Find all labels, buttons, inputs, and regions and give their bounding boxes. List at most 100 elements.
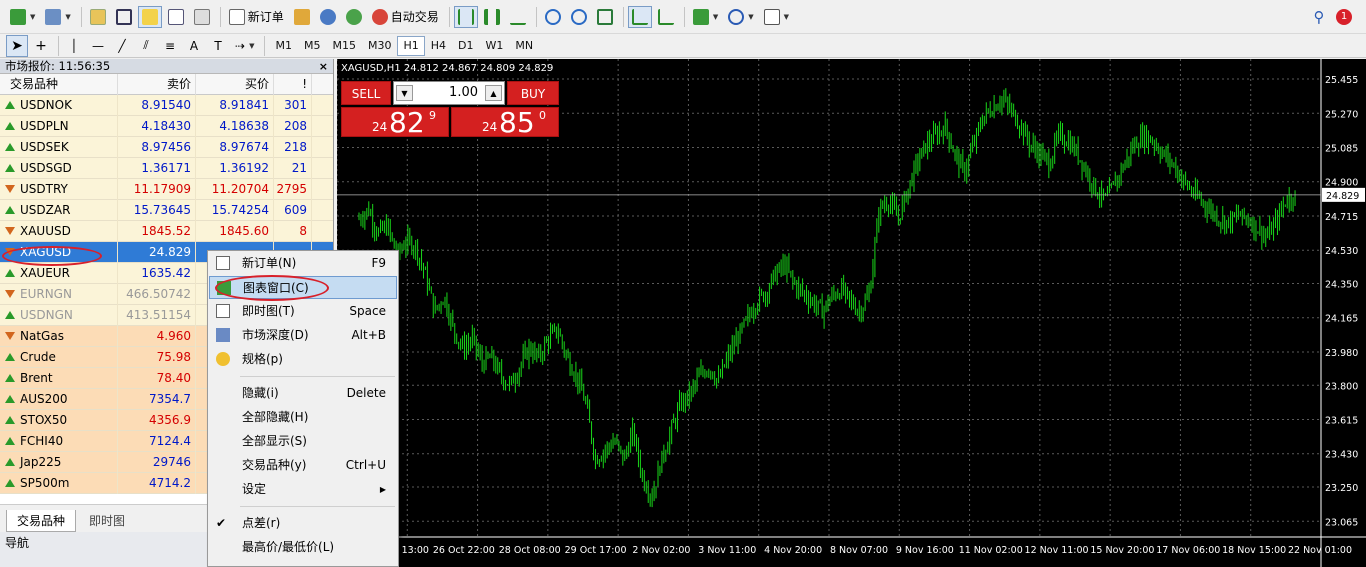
text-tool[interactable]: A bbox=[183, 35, 205, 57]
column-ask[interactable]: 买价 bbox=[196, 73, 274, 95]
sell-button[interactable]: SELL bbox=[341, 81, 391, 105]
label-tool[interactable]: T bbox=[207, 35, 229, 57]
candlestick-button[interactable] bbox=[480, 6, 504, 28]
column-symbol[interactable]: 交易品种 bbox=[0, 73, 118, 95]
lot-decrease-button[interactable]: ▼ bbox=[396, 85, 413, 101]
zoom-in-button[interactable] bbox=[541, 6, 565, 28]
indicators-button[interactable]: ▼ bbox=[689, 6, 722, 28]
menu-separator bbox=[240, 376, 395, 377]
timeframe-w1[interactable]: W1 bbox=[479, 36, 509, 56]
sell-price-pip: 9 bbox=[429, 109, 436, 122]
bar-chart-button[interactable] bbox=[453, 5, 478, 28]
menu-label: 设定 bbox=[242, 482, 267, 496]
symbol-name: USDSEK bbox=[20, 139, 69, 154]
symbol-row-usdsgd[interactable]: USDSGD 1.36171 1.36192 21 bbox=[0, 157, 333, 179]
terminal-toggle[interactable] bbox=[164, 6, 188, 28]
menu-spread[interactable]: ✔ 点差(r) bbox=[209, 512, 397, 535]
lot-size-input[interactable]: ▼ 1.00 ▲ bbox=[393, 81, 505, 105]
new-chart-button[interactable]: ▼ bbox=[6, 6, 39, 28]
timeframe-m15[interactable]: M15 bbox=[326, 36, 362, 56]
menu-symbols[interactable]: 交易品种(y) Ctrl+U bbox=[209, 454, 397, 477]
x-tick-label: 2 Nov 02:00 bbox=[632, 545, 690, 556]
templates-button[interactable]: ▼ bbox=[760, 6, 793, 28]
column-bid[interactable]: 卖价 bbox=[118, 73, 196, 95]
symbol-name: USDZAR bbox=[20, 202, 71, 217]
tick-chart-icon bbox=[216, 304, 230, 318]
menu-tick-chart[interactable]: 即时图(T) Space bbox=[209, 300, 397, 323]
tab-tick-chart[interactable]: 即时图 bbox=[78, 510, 137, 532]
search-button[interactable]: ⚲ bbox=[1308, 6, 1330, 28]
cursor-tool[interactable]: ➤ bbox=[6, 34, 28, 57]
menu-hide[interactable]: 隐藏(i) Delete bbox=[209, 382, 397, 405]
tile-windows-button[interactable] bbox=[593, 6, 617, 28]
data-window-toggle[interactable] bbox=[112, 6, 136, 28]
menu-shortcut: Space bbox=[349, 304, 386, 318]
signal-icon bbox=[345, 8, 362, 25]
vertical-line-tool[interactable]: │ bbox=[63, 35, 85, 57]
line-chart-button[interactable] bbox=[506, 6, 530, 28]
symbol-row-usdzar[interactable]: USDZAR 15.73645 15.74254 609 bbox=[0, 199, 333, 221]
arrow-up-icon bbox=[5, 479, 15, 487]
tab-symbols[interactable]: 交易品种 bbox=[6, 510, 77, 532]
menu-label: 交易品种(y) bbox=[242, 458, 307, 472]
menu-show-all[interactable]: 全部显示(S) bbox=[209, 430, 397, 453]
lot-increase-button[interactable]: ▲ bbox=[485, 85, 502, 101]
fibonacci-tool[interactable]: ≡ bbox=[159, 35, 181, 57]
menu-depth-of-market[interactable]: 市场深度(D) Alt+B bbox=[209, 324, 397, 347]
column-spread[interactable]: ! bbox=[274, 73, 312, 95]
x-tick-label: 29 Oct 17:00 bbox=[565, 545, 627, 556]
alerts-button[interactable]: 1 bbox=[1332, 6, 1356, 28]
symbol-row-usdsek[interactable]: USDSEK 8.97456 8.97674 218 bbox=[0, 136, 333, 158]
new-order-button[interactable]: 新订单 bbox=[225, 6, 288, 28]
community-button[interactable] bbox=[316, 6, 340, 28]
periods-button[interactable]: ▼ bbox=[724, 6, 757, 28]
symbol-name: STOX50 bbox=[20, 412, 68, 427]
shapes-tool[interactable]: ⇢ ▼ bbox=[231, 35, 258, 57]
buy-price-big: 85 bbox=[499, 106, 535, 139]
navigator-toggle[interactable] bbox=[137, 5, 162, 28]
timeframe-m5[interactable]: M5 bbox=[298, 36, 327, 56]
menu-specification[interactable]: 规格(p) bbox=[209, 348, 397, 371]
autotrade-button[interactable]: 自动交易 bbox=[368, 6, 443, 28]
menu-sets[interactable]: 设定 ▶ bbox=[209, 478, 397, 501]
buy-price-button[interactable]: 24 85 0 bbox=[451, 106, 559, 139]
metaeditor-button[interactable] bbox=[290, 6, 314, 28]
timeframe-mn[interactable]: MN bbox=[509, 36, 539, 56]
autotrade-label: 自动交易 bbox=[390, 10, 439, 24]
menu-hide-all[interactable]: 全部隐藏(H) bbox=[209, 406, 397, 429]
horizontal-line-tool[interactable]: — bbox=[87, 35, 109, 57]
lot-value[interactable]: 1.00 bbox=[416, 82, 482, 104]
close-icon[interactable]: × bbox=[319, 59, 328, 74]
symbol-row-usdpln[interactable]: USDPLN 4.18430 4.18638 208 bbox=[0, 115, 333, 137]
menu-new-order[interactable]: 新订单(N) F9 bbox=[209, 252, 397, 275]
strategy-tester-toggle[interactable] bbox=[190, 6, 214, 28]
spread-cell: 609 bbox=[274, 199, 312, 221]
trendline-tool[interactable]: ╱ bbox=[111, 35, 133, 57]
sell-price-button[interactable]: 24 82 9 bbox=[341, 107, 449, 138]
buy-button[interactable]: BUY bbox=[507, 81, 559, 105]
timeframe-h1[interactable]: H1 bbox=[397, 35, 425, 56]
market-watch-toggle[interactable] bbox=[86, 6, 110, 28]
symbol-name: EURNGN bbox=[20, 286, 72, 301]
timeframe-d1[interactable]: D1 bbox=[452, 36, 479, 56]
channel-tool[interactable]: ⫽ bbox=[135, 35, 157, 57]
zoom-out-button[interactable] bbox=[567, 6, 591, 28]
symbol-name: NatGas bbox=[20, 328, 64, 343]
crosshair-tool[interactable]: + bbox=[30, 35, 52, 57]
bid-cell: 29746 bbox=[118, 451, 196, 473]
timeframe-h4[interactable]: H4 bbox=[425, 36, 452, 56]
timeframe-m30[interactable]: M30 bbox=[362, 36, 398, 56]
autoscroll-button[interactable] bbox=[627, 5, 652, 28]
arrow-up-icon bbox=[5, 353, 15, 361]
menu-shortcut: Alt+B bbox=[351, 328, 386, 342]
menu-label: 市场深度(D) bbox=[242, 328, 309, 342]
symbol-row-usdnok[interactable]: USDNOK 8.91540 8.91841 301 bbox=[0, 94, 333, 116]
menu-high-low[interactable]: 最高价/最低价(L) bbox=[209, 536, 397, 559]
chart-window[interactable]: 25.455 25.270 25.085 24.900 24.715 24.530 24.3… bbox=[337, 59, 1366, 567]
signals-button[interactable] bbox=[342, 6, 366, 28]
timeframe-m1[interactable]: M1 bbox=[269, 36, 298, 56]
profiles-button[interactable]: ▼ bbox=[41, 6, 74, 28]
chart-shift-button[interactable] bbox=[654, 6, 678, 28]
symbol-row-usdtry[interactable]: USDTRY 11.17909 11.20704 2795 bbox=[0, 178, 333, 200]
symbol-row-xauusd[interactable]: XAUUSD 1845.52 1845.60 8 bbox=[0, 220, 333, 242]
